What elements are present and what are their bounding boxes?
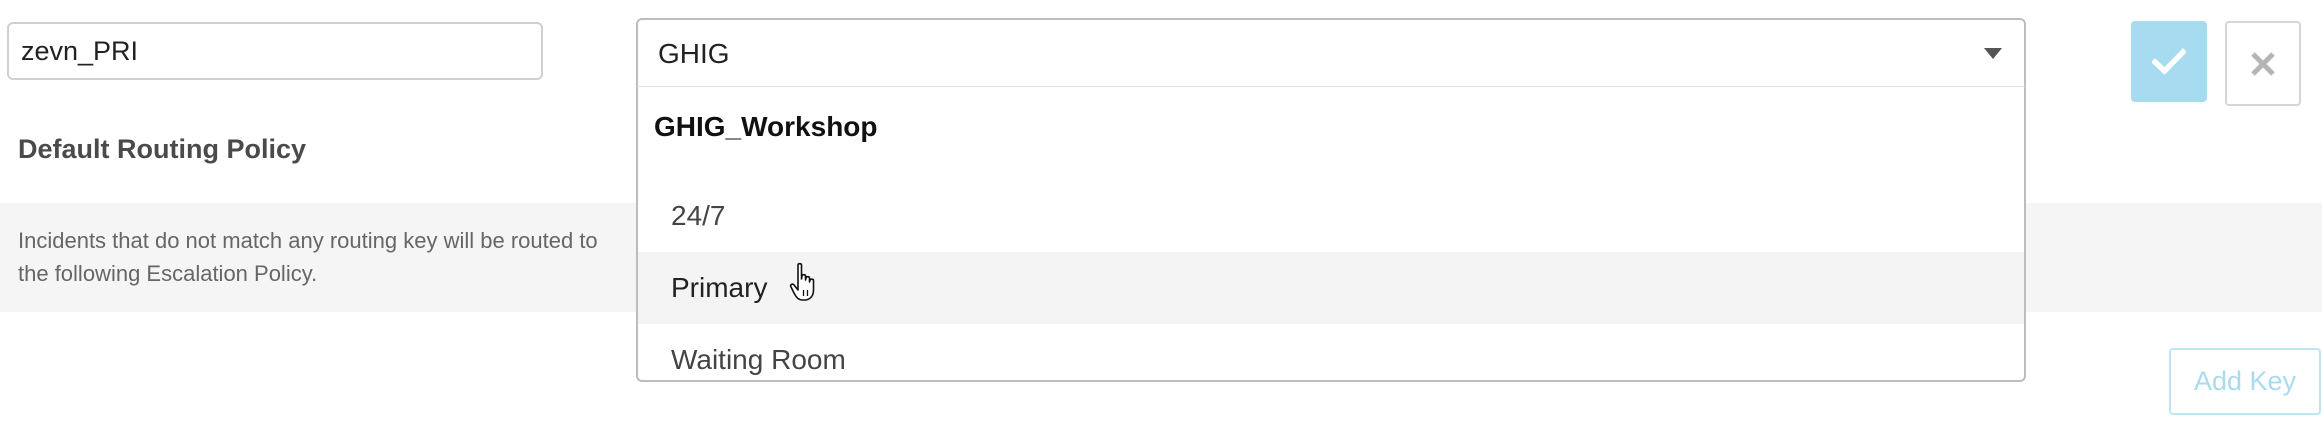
close-icon (2251, 51, 2275, 76)
cancel-button[interactable] (2225, 21, 2301, 106)
check-icon (2152, 47, 2186, 75)
confirm-button[interactable] (2131, 21, 2207, 102)
routing-key-editor: Default Routing Policy Incidents that do… (0, 0, 2322, 432)
option-waiting-room[interactable]: Waiting Room (638, 324, 2024, 380)
escalation-policy-dropdown: GHIG_Workshop 24/7 Primary Waiting Room (636, 86, 2026, 382)
add-key-button[interactable]: Add Key (2169, 348, 2321, 415)
hand-pointer-cursor-icon (789, 262, 815, 301)
default-policy-description: Incidents that do not match any routing … (18, 228, 598, 286)
option-primary[interactable]: Primary (638, 252, 2024, 324)
routing-key-input[interactable] (7, 22, 543, 80)
escalation-policy-select[interactable]: GHIG (636, 18, 2026, 88)
option-group-label: GHIG_Workshop (654, 111, 878, 142)
select-current-value: GHIG (658, 38, 730, 69)
default-routing-policy-heading: Default Routing Policy (18, 134, 307, 164)
caret-down-icon[interactable] (1984, 48, 2002, 59)
option-24-7[interactable]: 24/7 (638, 180, 2024, 252)
